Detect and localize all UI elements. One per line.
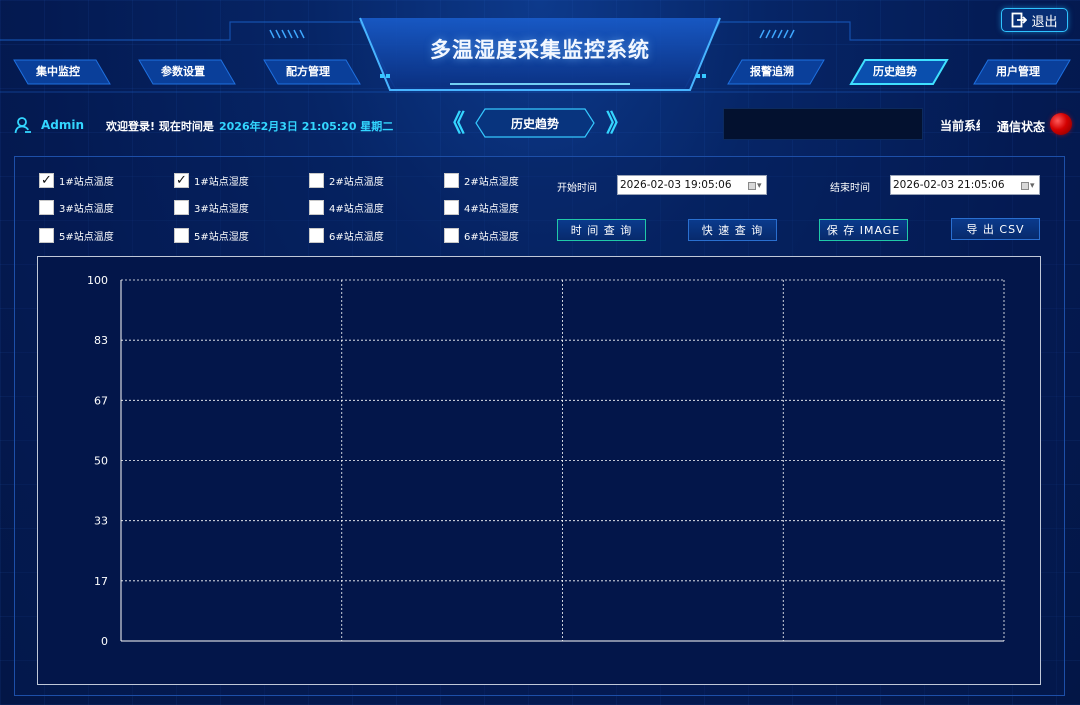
- calendar-dropdown-icon[interactable]: ▾: [748, 180, 762, 191]
- checkbox-unchecked-icon[interactable]: [39, 228, 54, 243]
- start-time-value: 2026-02-03 19:05:06: [620, 179, 732, 191]
- calendar-dropdown-icon[interactable]: ▾: [1021, 180, 1035, 191]
- exit-button[interactable]: 退出: [1001, 8, 1068, 32]
- series-checkbox-label: 3#站点湿度: [194, 204, 249, 215]
- page-title-banner: 历史趋势: [475, 107, 595, 139]
- chevron-right-icon[interactable]: 》: [606, 111, 630, 135]
- checkbox-unchecked-icon[interactable]: [174, 228, 189, 243]
- checkbox-checked-icon[interactable]: ✓: [39, 173, 54, 188]
- y-tick-label: 0: [101, 635, 108, 648]
- quick-query-button[interactable]: 快 速 查 询: [688, 219, 777, 241]
- y-tick-label: 17: [94, 575, 108, 588]
- series-checkbox[interactable]: ✓ 1#站点湿度: [174, 173, 249, 188]
- header: 多温湿度采集监控系统 退出 集中监控 参数设置 配方管理 报警追溯 历史趋势 用…: [0, 0, 1080, 100]
- series-checkbox-label: 4#站点湿度: [464, 204, 519, 215]
- checkbox-unchecked-icon[interactable]: [309, 173, 324, 188]
- series-checkbox-label: 1#站点湿度: [194, 177, 249, 188]
- tab-label: 报警追溯: [750, 65, 794, 78]
- series-checkbox[interactable]: 2#站点湿度: [444, 173, 519, 188]
- start-time-label: 开始时间: [557, 183, 597, 194]
- user-icon: [14, 117, 31, 134]
- checkbox-unchecked-icon[interactable]: [444, 228, 459, 243]
- chevron-left-icon[interactable]: 《: [441, 111, 465, 135]
- checkbox-unchecked-icon[interactable]: [309, 228, 324, 243]
- series-checkbox-label: 1#站点温度: [59, 177, 114, 188]
- end-time-value: 2026-02-03 21:05:06: [893, 179, 1005, 191]
- tab-label: 用户管理: [996, 65, 1040, 78]
- checkbox-unchecked-icon[interactable]: [309, 200, 324, 215]
- y-tick-label: 33: [94, 515, 108, 528]
- series-checkbox-label: 2#站点温度: [329, 177, 384, 188]
- tab-label: 参数设置: [161, 65, 205, 78]
- series-checkbox[interactable]: 5#站点温度: [39, 228, 114, 243]
- tab-label: 集中监控: [36, 65, 80, 78]
- tab-parameter-settings[interactable]: 参数设置: [137, 56, 236, 86]
- y-tick-label: 50: [94, 455, 108, 468]
- checkbox-unchecked-icon[interactable]: [444, 200, 459, 215]
- series-checkbox[interactable]: 3#站点湿度: [174, 200, 249, 215]
- time-query-button[interactable]: 时 间 查 询: [557, 219, 646, 241]
- series-checkbox[interactable]: 5#站点湿度: [174, 228, 249, 243]
- end-time-label: 结束时间: [830, 183, 870, 194]
- checkbox-unchecked-icon[interactable]: [39, 200, 54, 215]
- message-display: [723, 108, 923, 140]
- export-csv-button[interactable]: 导 出 CSV: [951, 218, 1040, 240]
- tab-recipe-management[interactable]: 配方管理: [262, 56, 361, 86]
- tab-label: 配方管理: [286, 65, 330, 78]
- save-image-button[interactable]: 保 存 IMAGE: [819, 219, 908, 241]
- series-checkbox[interactable]: 4#站点湿度: [444, 200, 519, 215]
- tab-label: 历史趋势: [873, 65, 917, 78]
- y-tick-label: 67: [94, 394, 108, 407]
- series-checkbox[interactable]: 2#站点温度: [309, 173, 384, 188]
- tab-history-trend[interactable]: 历史趋势: [849, 56, 949, 86]
- welcome-text: 欢迎登录! 现在时间是: [106, 120, 214, 133]
- chart-svg: 100 83 67 50 33 17 0: [87, 274, 1005, 648]
- tab-centralized-monitoring[interactable]: 集中监控: [12, 56, 111, 86]
- history-trend-chart[interactable]: 100 83 67 50 33 17 0: [37, 256, 1041, 685]
- user-name: Admin: [41, 118, 85, 132]
- y-tick-label: 83: [94, 334, 108, 347]
- checkbox-unchecked-icon[interactable]: [174, 200, 189, 215]
- current-system-label: 当前系统: [940, 119, 980, 133]
- comm-status-indicator: [1050, 113, 1072, 135]
- checkbox-checked-icon[interactable]: ✓: [174, 173, 189, 188]
- series-checkbox-label: 5#站点温度: [59, 232, 114, 243]
- series-checkbox[interactable]: 4#站点温度: [309, 200, 384, 215]
- tab-alarm-trace[interactable]: 报警追溯: [726, 56, 825, 86]
- tab-user-management[interactable]: 用户管理: [972, 56, 1071, 86]
- series-checkbox[interactable]: ✓ 1#站点温度: [39, 173, 114, 188]
- series-checkbox-label: 5#站点湿度: [194, 232, 249, 243]
- end-time-input[interactable]: 2026-02-03 21:05:06 ▾: [890, 175, 1040, 195]
- series-checkbox-label: 4#站点温度: [329, 204, 384, 215]
- series-checkbox[interactable]: 6#站点湿度: [444, 228, 519, 243]
- comm-status-label: 通信状态: [997, 120, 1046, 134]
- series-checkbox[interactable]: 3#站点温度: [39, 200, 114, 215]
- page-title: 历史趋势: [510, 116, 559, 131]
- exit-label: 退出: [1031, 14, 1058, 30]
- series-checkbox-label: 2#站点湿度: [464, 177, 519, 188]
- series-checkbox-label: 6#站点温度: [329, 232, 384, 243]
- exit-icon: [1012, 12, 1028, 28]
- y-tick-label: 100: [87, 274, 108, 287]
- checkbox-unchecked-icon[interactable]: [444, 173, 459, 188]
- start-time-input[interactable]: 2026-02-03 19:05:06 ▾: [617, 175, 767, 195]
- series-checkbox-label: 3#站点温度: [59, 204, 114, 215]
- series-checkbox[interactable]: 6#站点温度: [309, 228, 384, 243]
- series-checkbox-label: 6#站点湿度: [464, 232, 519, 243]
- current-datetime: 2026年2月3日 21:05:20 星期二: [219, 120, 394, 133]
